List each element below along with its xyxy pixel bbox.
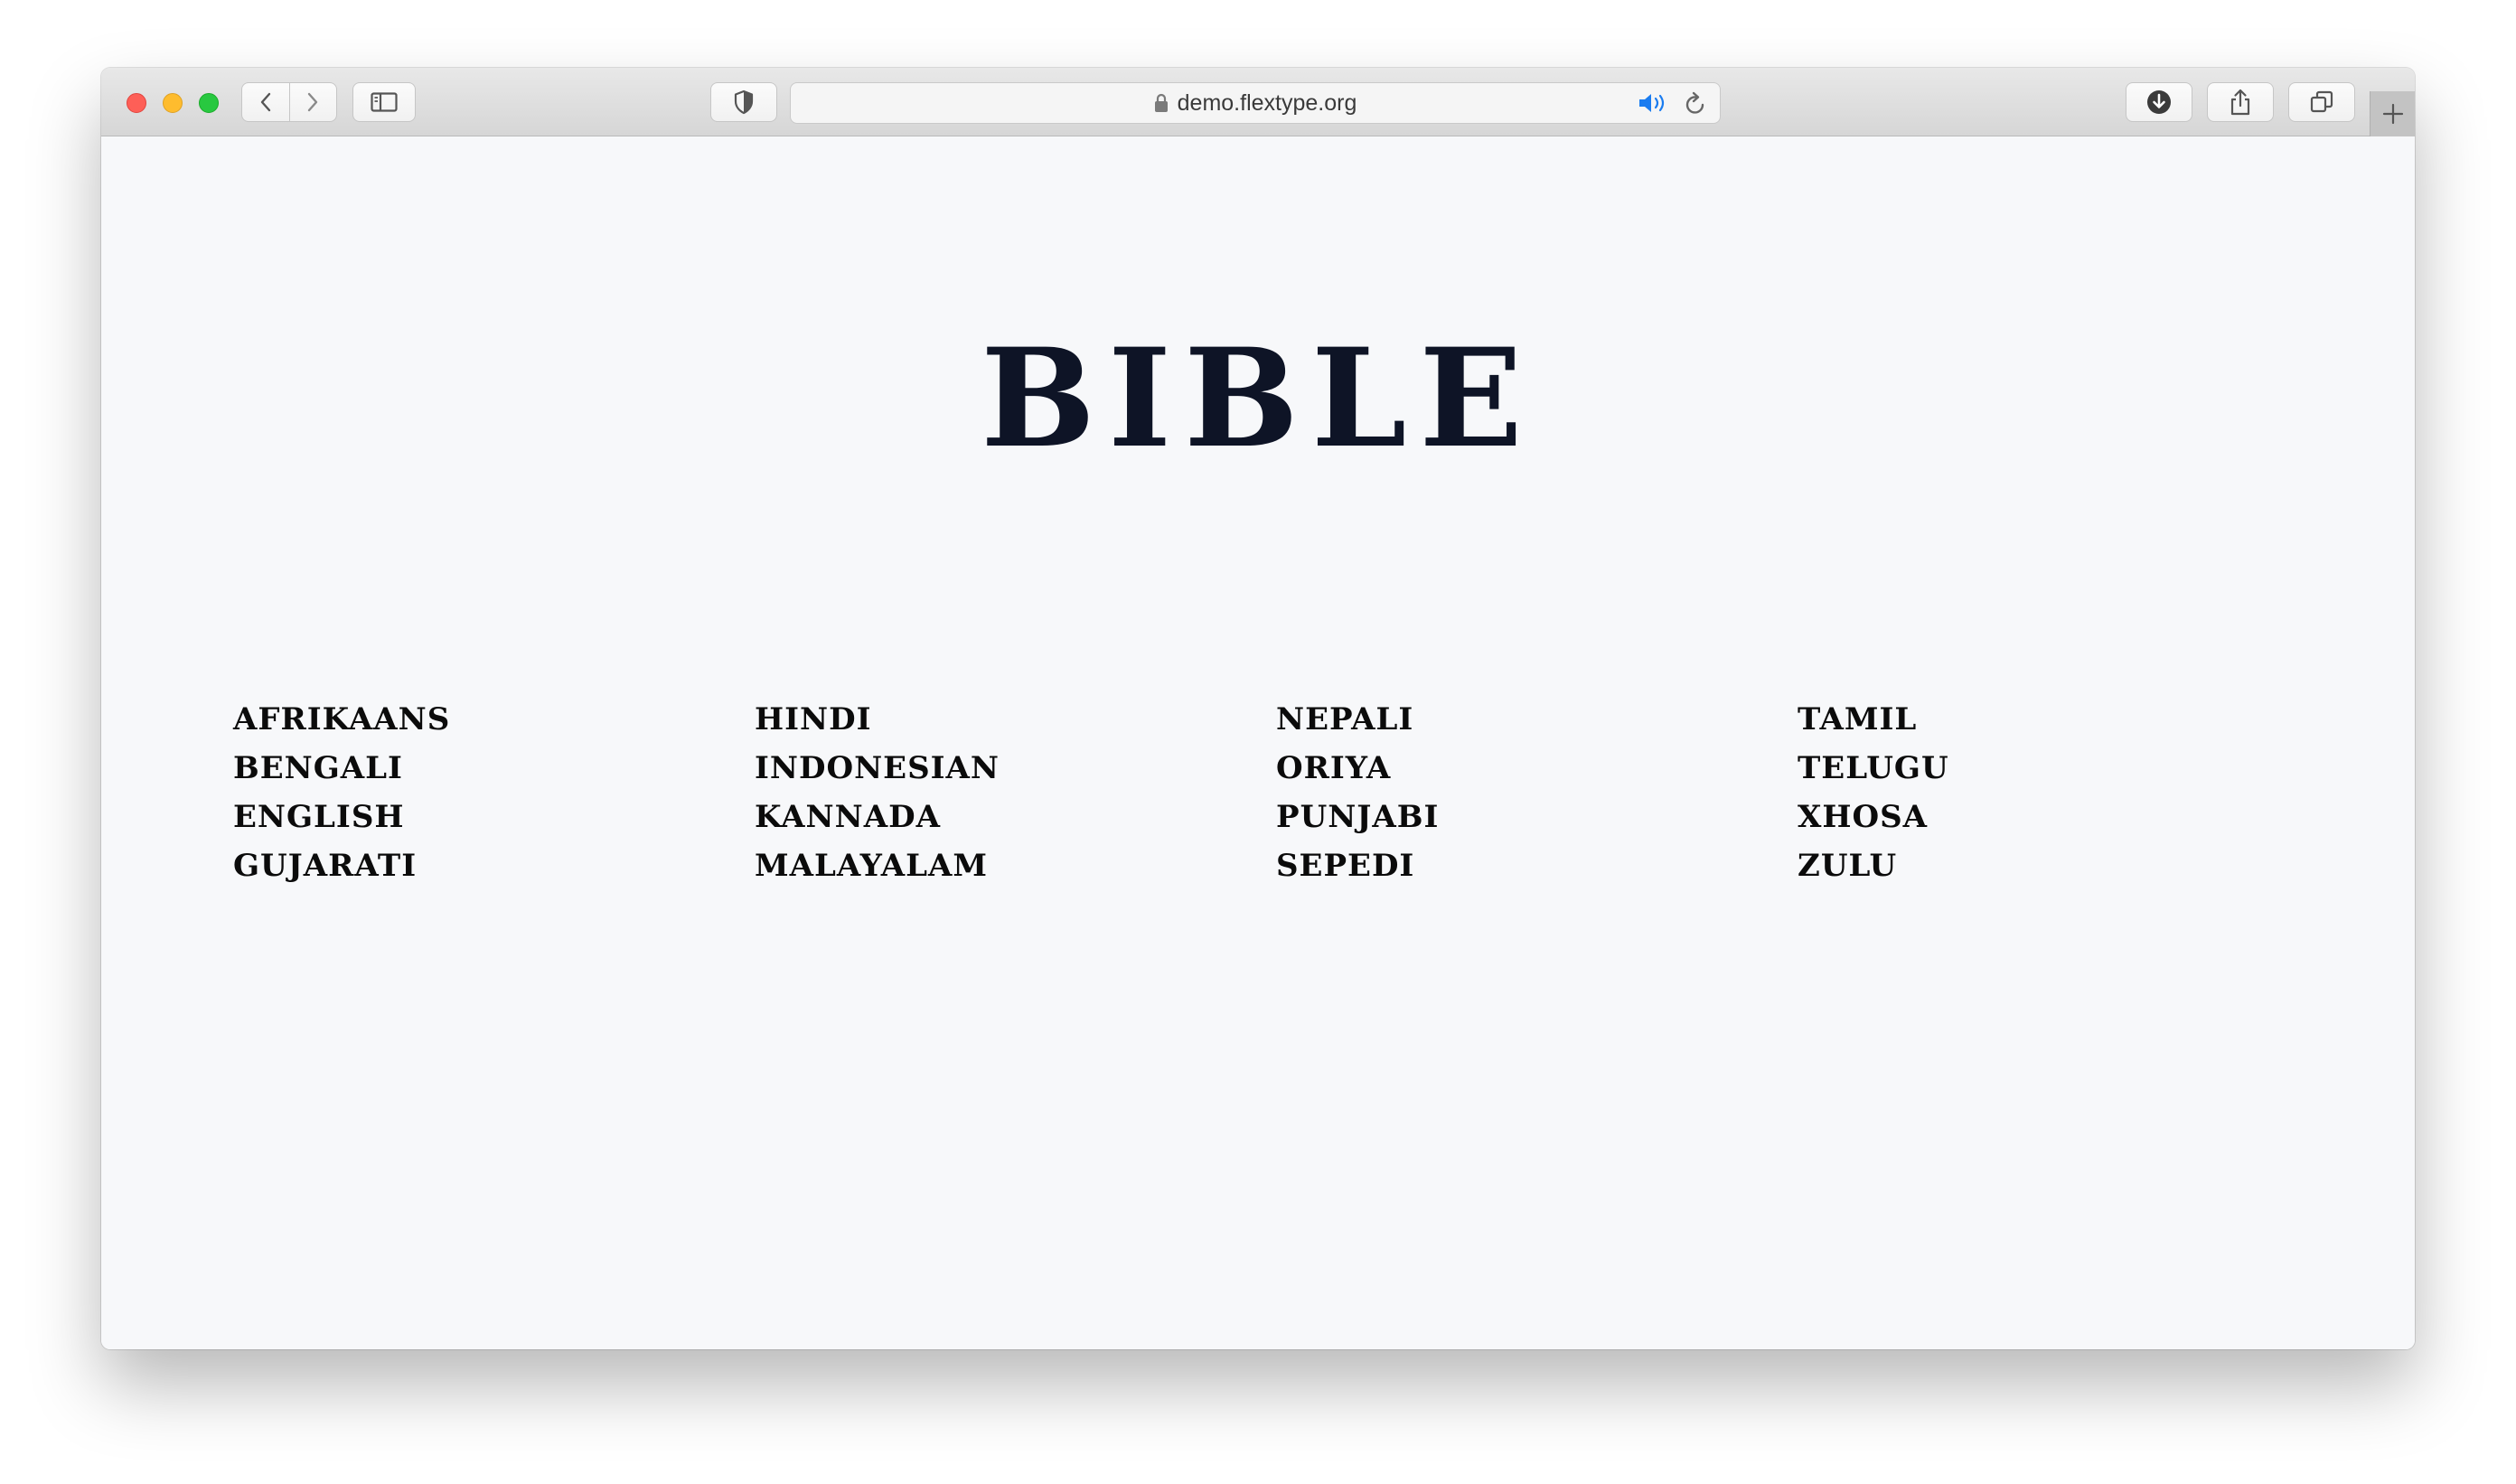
language-link-kannada[interactable]: KANNADA [755, 793, 1276, 841]
language-link-nepali[interactable]: NEPALI [1276, 695, 1798, 744]
chevron-left-icon [260, 92, 270, 112]
plus-icon [2382, 103, 2403, 125]
language-link-indonesian[interactable]: INDONESIAN [755, 744, 1276, 793]
language-link-gujarati[interactable]: GUJARATI [233, 841, 755, 890]
language-link-zulu[interactable]: ZULU [1798, 841, 2319, 890]
language-column: TAMIL TELUGU XHOSA ZULU [1798, 695, 2319, 890]
close-window-button[interactable] [127, 93, 146, 113]
lock-icon [1154, 93, 1168, 112]
navigation-buttons [241, 82, 337, 122]
page-content: BIBLE AFRIKAANS BENGALI ENGLISH GUJARATI… [101, 136, 2415, 1349]
language-column: NEPALI ORIYA PUNJABI SEPEDI [1276, 695, 1798, 890]
language-link-tamil[interactable]: TAMIL [1798, 695, 2319, 744]
language-link-malayalam[interactable]: MALAYALAM [755, 841, 1276, 890]
sidebar-button[interactable] [352, 82, 416, 122]
language-link-telugu[interactable]: TELUGU [1798, 744, 2319, 793]
url-text: demo.flextype.org [1177, 89, 1357, 116]
forward-button[interactable] [288, 83, 337, 121]
page-title: BIBLE [981, 319, 1535, 478]
language-link-sepedi[interactable]: SEPEDI [1276, 841, 1798, 890]
tab-overview-button[interactable] [2288, 82, 2355, 122]
browser-window: demo.flextype.org BIBLE AFRIKAANS BENGAL… [101, 68, 2415, 1349]
address-bar[interactable]: demo.flextype.org [790, 82, 1721, 124]
chevron-right-icon [308, 92, 318, 112]
language-link-punjabi[interactable]: PUNJABI [1276, 793, 1798, 841]
sidebar-icon [371, 92, 398, 112]
new-tab-button[interactable] [2370, 91, 2415, 136]
language-column: AFRIKAANS BENGALI ENGLISH GUJARATI [233, 695, 755, 890]
language-column: HINDI INDONESIAN KANNADA MALAYALAM [755, 695, 1276, 890]
download-icon [2147, 90, 2171, 114]
back-button[interactable] [242, 83, 289, 121]
browser-toolbar: demo.flextype.org [101, 68, 2415, 136]
language-list: AFRIKAANS BENGALI ENGLISH GUJARATI HINDI… [233, 695, 2319, 890]
downloads-button[interactable] [2126, 82, 2192, 122]
maximize-window-button[interactable] [199, 93, 219, 113]
tab-overview-icon [2310, 90, 2333, 113]
language-link-oriya[interactable]: ORIYA [1276, 744, 1798, 793]
shield-icon [734, 89, 754, 115]
reload-icon[interactable] [1684, 90, 1707, 116]
language-link-hindi[interactable]: HINDI [755, 695, 1276, 744]
language-link-bengali[interactable]: BENGALI [233, 744, 755, 793]
language-link-afrikaans[interactable]: AFRIKAANS [233, 695, 755, 744]
share-icon [2230, 89, 2250, 116]
privacy-report-button[interactable] [710, 82, 777, 122]
speaker-icon[interactable] [1637, 92, 1669, 114]
language-link-english[interactable]: ENGLISH [233, 793, 755, 841]
minimize-window-button[interactable] [163, 93, 183, 113]
language-link-xhosa[interactable]: XHOSA [1798, 793, 2319, 841]
address-bar-actions [1637, 83, 1707, 123]
address-bar-center: demo.flextype.org [791, 83, 1720, 123]
share-button[interactable] [2207, 82, 2274, 122]
